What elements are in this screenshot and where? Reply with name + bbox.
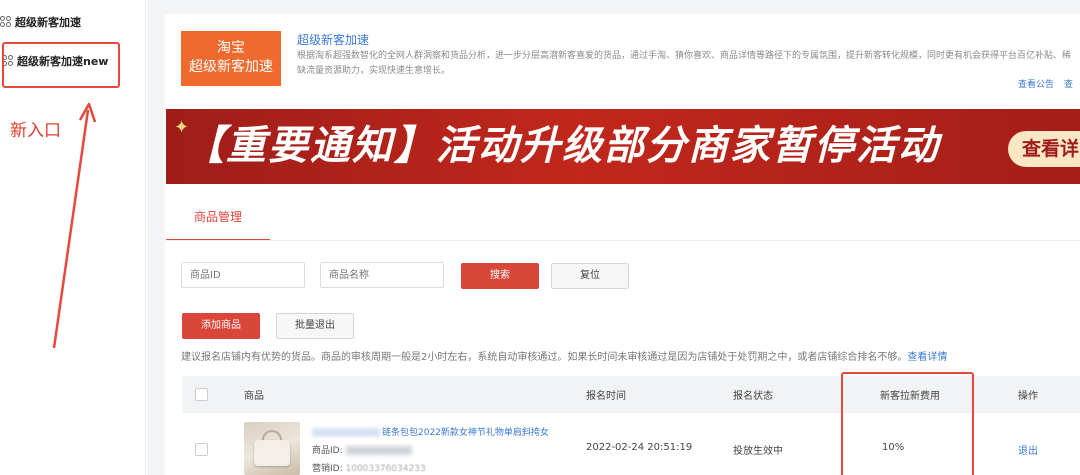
select-all-checkbox[interactable] [195,388,208,401]
annotation-fee-highlight-box [841,372,974,475]
view-notice-link[interactable]: 查看公告 [1018,77,1054,90]
product-name-input[interactable] [320,262,444,288]
column-header-product: 商品 [244,391,264,402]
batch-exit-button[interactable]: 批量退出 [276,313,354,339]
more-link[interactable]: 查 [1064,77,1073,90]
annotation-arrow [52,102,97,349]
banner-view-button[interactable]: 查看详 [1008,131,1080,167]
tab-product-management[interactable]: 商品管理 [166,200,270,241]
column-header-signup-time: 报名时间 [586,391,626,402]
column-header-action: 操作 [1018,391,1038,402]
signup-time: 2022-02-24 20:51:19 [586,442,693,453]
banner-text: 【重要通知】活动升级部分商家暂停活动 [184,123,940,169]
marketing-id: 营销ID: 10003376034233 [312,464,426,474]
notice-banner[interactable]: ✦ 【重要通知】活动升级部分商家暂停活动 查看详 [166,109,1080,184]
view-details-link[interactable]: 查看详情 [907,352,947,363]
row-checkbox[interactable] [195,443,208,456]
product-image[interactable] [244,422,300,475]
search-button[interactable]: 搜索 [461,263,539,289]
product-id: 商品ID: [312,443,412,456]
page-title: 超级新客加速 [297,33,370,47]
add-product-button[interactable]: 添加商品 [182,313,260,339]
column-header-signup-status: 报名状态 [733,391,773,402]
tip-text: 建议报名店铺内有优势的货品。商品的审核周期一般是2小时左右，系统自动审核通过。如… [181,352,948,363]
reset-button[interactable]: 复位 [551,263,629,289]
signup-status: 投放生效中 [733,446,783,457]
tab-divider [166,240,1080,241]
logo: 淘宝 超级新客加速 [181,31,281,86]
product-title-link[interactable]: 链条包包2022新款女神节礼物单肩斜挎女 [312,425,549,438]
page-description: 根据淘系超强数智化的全网人群洞察和货品分析，进一步分层高潜新客喜爱的货品，通过手… [297,51,1072,76]
product-id-input[interactable] [181,262,305,288]
exit-link[interactable]: 退出 [1018,442,1038,457]
